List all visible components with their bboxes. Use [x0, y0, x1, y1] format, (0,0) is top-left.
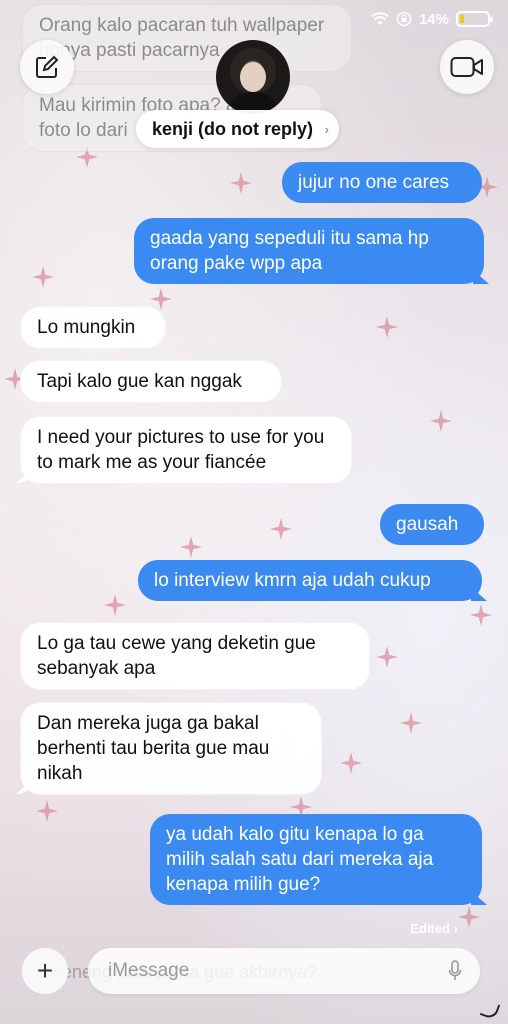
- status-bar: 14%: [371, 8, 493, 30]
- wallpaper-star: [36, 800, 58, 822]
- add-attachment-button[interactable]: +: [22, 948, 68, 994]
- wallpaper-star: [104, 594, 126, 616]
- video-camera-icon: [450, 57, 483, 77]
- wallpaper-star: [400, 712, 422, 734]
- plus-icon: +: [36, 955, 54, 986]
- composer-bar: +: [0, 946, 508, 1024]
- wallpaper-star: [340, 752, 362, 774]
- wifi-icon: [371, 12, 389, 25]
- wallpaper-star: [230, 172, 252, 194]
- message-text: gaada yang sepeduli itu sama hp orang pa…: [150, 228, 429, 274]
- wallpaper-star: [458, 906, 480, 928]
- wallpaper-star: [430, 410, 452, 432]
- message-outgoing[interactable]: gausah: [380, 504, 484, 545]
- message-incoming[interactable]: Lo ga tau cewe yang deketin gue sebanyak…: [20, 622, 370, 690]
- video-call-button[interactable]: [440, 40, 494, 94]
- message-input-container[interactable]: [88, 948, 480, 994]
- contact-name: kenji (do not reply): [152, 118, 314, 139]
- contact-avatar[interactable]: [216, 40, 290, 114]
- chevron-right-icon: ›: [324, 121, 330, 137]
- message-text: Lo mungkin: [37, 317, 136, 338]
- wallpaper-star: [270, 518, 292, 540]
- message-incoming[interactable]: Dan mereka juga ga bakal berhenti tau be…: [20, 702, 322, 795]
- contact-name-pill[interactable]: kenji (do not reply) ›: [136, 110, 340, 148]
- message-input[interactable]: [108, 948, 428, 994]
- wallpaper-star: [32, 266, 54, 288]
- battery-icon: [456, 11, 493, 27]
- message-incoming[interactable]: I need your pictures to use for you to m…: [20, 416, 352, 484]
- message-outgoing[interactable]: lo interview kmrn aja udah cukup: [138, 560, 482, 601]
- wallpaper-star: [470, 604, 492, 626]
- microphone-icon[interactable]: [448, 960, 462, 982]
- battery-percent: 14%: [418, 10, 449, 28]
- message-text: lo interview kmrn aja udah cukup: [154, 570, 431, 591]
- orientation-lock-icon: [396, 11, 412, 27]
- message-outgoing[interactable]: ya udah kalo gitu kenapa lo ga milih sal…: [150, 814, 482, 905]
- message-text: Lo ga tau cewe yang deketin gue sebanyak…: [37, 633, 316, 679]
- message-text: I need your pictures to use for you to m…: [37, 427, 325, 473]
- compose-icon: [36, 55, 59, 78]
- wallpaper-star: [376, 316, 398, 338]
- message-text: Tapi kalo gue kan nggak: [37, 371, 242, 392]
- compose-button[interactable]: [20, 40, 74, 94]
- wallpaper-star: [376, 646, 398, 668]
- message-incoming[interactable]: Lo mungkin: [20, 306, 166, 349]
- message-text: gausah: [396, 514, 459, 535]
- wallpaper-star: [180, 536, 202, 558]
- message-text: ya udah kalo gitu kenapa lo ga milih sal…: [166, 824, 434, 895]
- message-text: jujur no one cares: [298, 172, 450, 193]
- message-incoming[interactable]: Tapi kalo gue kan nggak: [20, 360, 282, 403]
- message-outgoing[interactable]: gaada yang sepeduli itu sama hp orang pa…: [134, 218, 484, 284]
- edited-label[interactable]: Edited ›: [410, 921, 458, 936]
- message-text: Dan mereka juga ga bakal berhenti tau be…: [37, 713, 270, 784]
- message-outgoing[interactable]: jujur no one cares: [282, 162, 482, 203]
